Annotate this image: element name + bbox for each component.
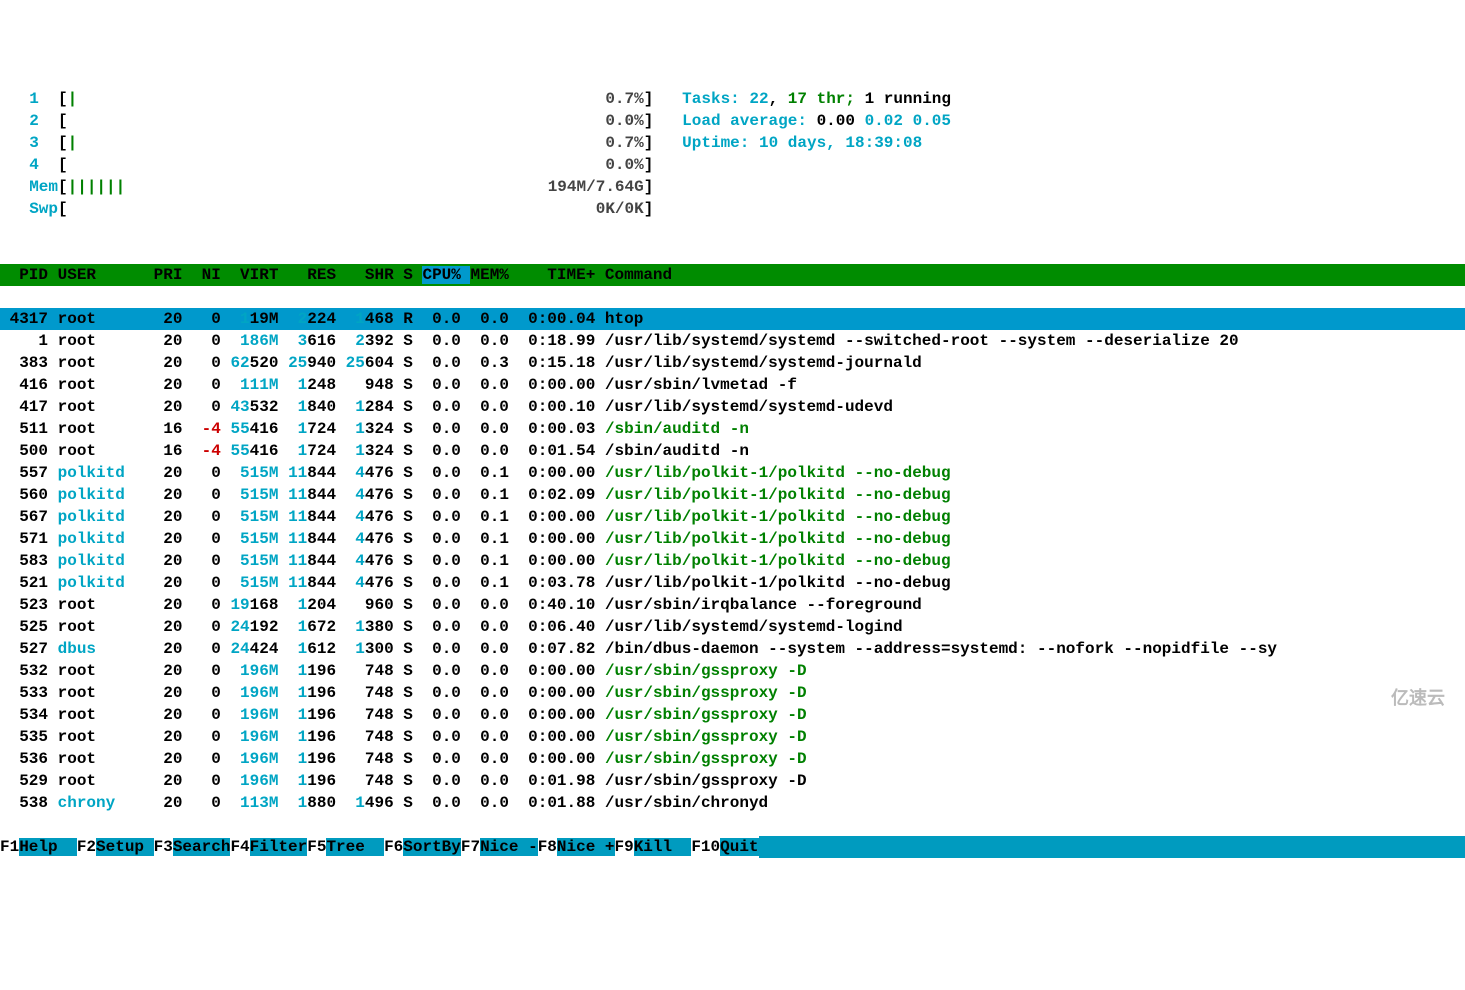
fnlabel-F1[interactable]: Help	[19, 838, 77, 856]
cpu-meter-2: 2 [ 0.0%] Load average: 0.00 0.02 0.05	[10, 110, 1465, 132]
fnkey-F4[interactable]: F4	[230, 838, 249, 856]
fnkey-F7[interactable]: F7	[461, 838, 480, 856]
fnlabel-F10[interactable]: Quit	[720, 838, 758, 856]
process-row[interactable]: 416 root 20 0 111M 1248 948 S 0.0 0.0 0:…	[0, 374, 1465, 396]
fnlabel-F5[interactable]: Tree	[326, 838, 384, 856]
process-row[interactable]: 535 root 20 0 196M 1196 748 S 0.0 0.0 0:…	[0, 726, 1465, 748]
fnlabel-F6[interactable]: SortBy	[403, 838, 461, 856]
process-row[interactable]: 583 polkitd 20 0 515M 11844 4476 S 0.0 0…	[0, 550, 1465, 572]
fnkey-F10[interactable]: F10	[691, 838, 720, 856]
function-key-bar[interactable]: F1Help F2Setup F3SearchF4FilterF5Tree F6…	[0, 836, 1465, 858]
fnkey-F6[interactable]: F6	[384, 838, 403, 856]
fnlabel-F7[interactable]: Nice -	[480, 838, 538, 856]
process-row[interactable]: 527 dbus 20 0 24424 1612 1300 S 0.0 0.0 …	[0, 638, 1465, 660]
fnlabel-F8[interactable]: Nice +	[557, 838, 615, 856]
watermark: 亿速云	[1391, 687, 1445, 709]
process-row[interactable]: 383 root 20 0 62520 25940 25604 S 0.0 0.…	[0, 352, 1465, 374]
fnkey-F8[interactable]: F8	[538, 838, 557, 856]
process-row[interactable]: 500 root 16 -4 55416 1724 1324 S 0.0 0.0…	[0, 440, 1465, 462]
swp-meter: Swp[ 0K/0K]	[10, 198, 1465, 220]
fnkey-F2[interactable]: F2	[77, 838, 96, 856]
col-rest[interactable]: MEM% TIME+ Command	[470, 266, 672, 284]
process-row[interactable]: 417 root 20 0 43532 1840 1284 S 0.0 0.0 …	[0, 396, 1465, 418]
process-row[interactable]: 529 root 20 0 196M 1196 748 S 0.0 0.0 0:…	[0, 770, 1465, 792]
process-row[interactable]: 536 root 20 0 196M 1196 748 S 0.0 0.0 0:…	[0, 748, 1465, 770]
fnkey-F3[interactable]: F3	[154, 838, 173, 856]
fnlabel-F9[interactable]: Kill	[634, 838, 692, 856]
fnlabel-F4[interactable]: Filter	[250, 838, 308, 856]
process-row[interactable]: 511 root 16 -4 55416 1724 1324 S 0.0 0.0…	[0, 418, 1465, 440]
fnlabel-F3[interactable]: Search	[173, 838, 231, 856]
process-list[interactable]: 4317 root 20 0 119M 2224 1468 R 0.0 0.0 …	[0, 308, 1465, 814]
process-row[interactable]: 4317 root 20 0 119M 2224 1468 R 0.0 0.0 …	[0, 308, 1465, 330]
process-header[interactable]: PID USER PRI NI VIRT RES SHR S CPU% MEM%…	[0, 264, 1465, 286]
fnkey-F5[interactable]: F5	[307, 838, 326, 856]
mem-meter: Mem[|||||| 194M/7.64G]	[10, 176, 1465, 198]
meters-area: 1 [| 0.7%] Tasks: 22, 17 thr; 1 running …	[0, 88, 1465, 242]
process-row[interactable]: 523 root 20 0 19168 1204 960 S 0.0 0.0 0…	[0, 594, 1465, 616]
process-row[interactable]: 1 root 20 0 186M 3616 2392 S 0.0 0.0 0:1…	[0, 330, 1465, 352]
fnkey-F1[interactable]: F1	[0, 838, 19, 856]
process-row[interactable]: 557 polkitd 20 0 515M 11844 4476 S 0.0 0…	[0, 462, 1465, 484]
fnkey-F9[interactable]: F9	[615, 838, 634, 856]
process-row[interactable]: 571 polkitd 20 0 515M 11844 4476 S 0.0 0…	[0, 528, 1465, 550]
process-row[interactable]: 532 root 20 0 196M 1196 748 S 0.0 0.0 0:…	[0, 660, 1465, 682]
cpu-meter-1: 1 [| 0.7%] Tasks: 22, 17 thr; 1 running	[10, 88, 1465, 110]
col-cpu[interactable]: CPU%	[422, 266, 470, 284]
cpu-meter-4: 4 [ 0.0%]	[10, 154, 1465, 176]
process-row[interactable]: 534 root 20 0 196M 1196 748 S 0.0 0.0 0:…	[0, 704, 1465, 726]
col-pid[interactable]: PID USER PRI NI VIRT RES SHR S	[0, 266, 422, 284]
process-row[interactable]: 521 polkitd 20 0 515M 11844 4476 S 0.0 0…	[0, 572, 1465, 594]
process-row[interactable]: 538 chrony 20 0 113M 1880 1496 S 0.0 0.0…	[0, 792, 1465, 814]
process-row[interactable]: 533 root 20 0 196M 1196 748 S 0.0 0.0 0:…	[0, 682, 1465, 704]
cpu-meter-3: 3 [| 0.7%] Uptime: 10 days, 18:39:08	[10, 132, 1465, 154]
fnlabel-F2[interactable]: Setup	[96, 838, 154, 856]
process-row[interactable]: 567 polkitd 20 0 515M 11844 4476 S 0.0 0…	[0, 506, 1465, 528]
process-row[interactable]: 560 polkitd 20 0 515M 11844 4476 S 0.0 0…	[0, 484, 1465, 506]
process-row[interactable]: 525 root 20 0 24192 1672 1380 S 0.0 0.0 …	[0, 616, 1465, 638]
